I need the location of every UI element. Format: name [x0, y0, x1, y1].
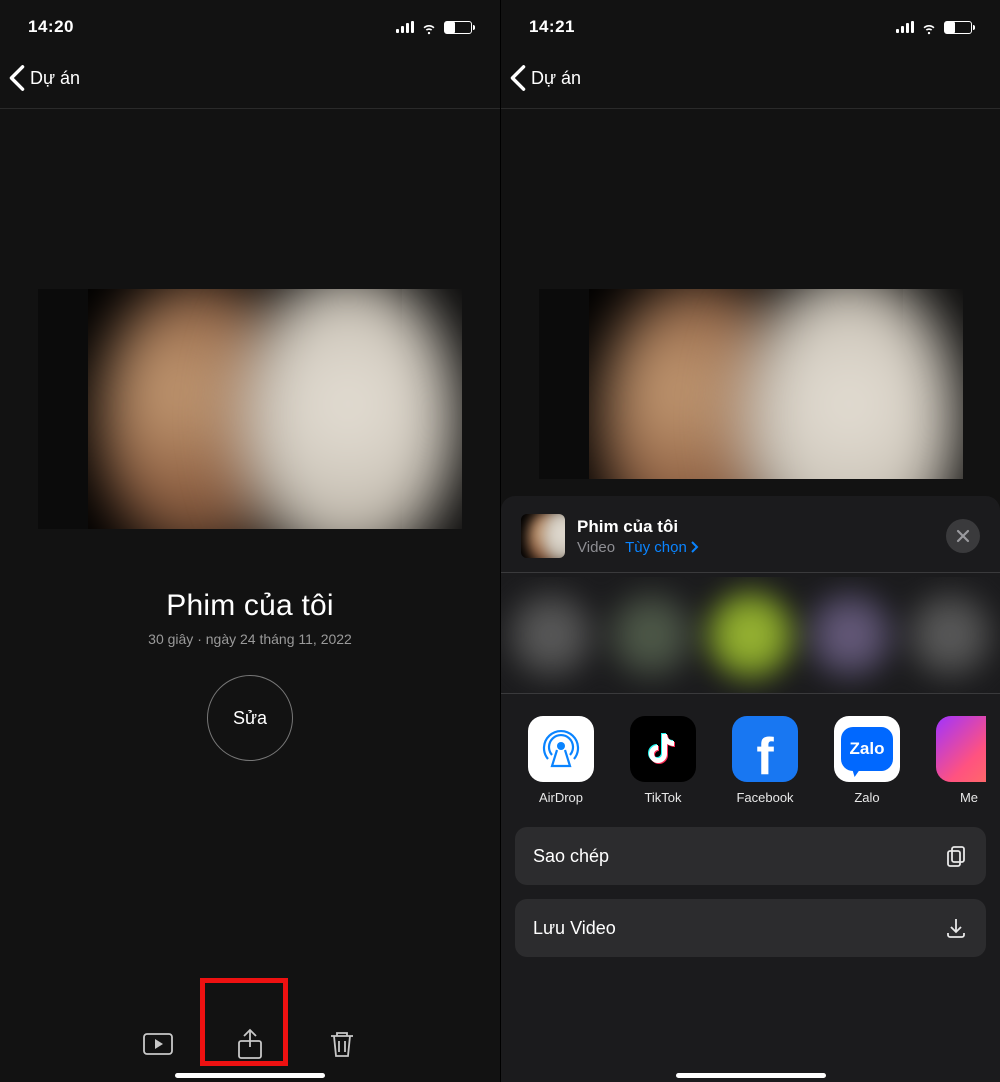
video-preview[interactable] [539, 289, 963, 479]
action-copy[interactable]: Sao chép [515, 827, 986, 885]
close-icon [956, 529, 970, 543]
wifi-icon [920, 18, 938, 36]
battery-icon [944, 21, 972, 34]
share-title: Phim của tôi [577, 517, 699, 537]
share-app-airdrop[interactable]: AirDrop [523, 716, 599, 805]
back-nav[interactable]: Dự án [501, 54, 1000, 108]
back-label: Dự án [531, 68, 581, 89]
chevron-left-icon [8, 64, 26, 92]
back-nav[interactable]: Dự án [0, 54, 500, 108]
facebook-icon: f [732, 716, 798, 782]
cellular-signal-icon [896, 21, 914, 33]
play-button[interactable] [138, 1024, 178, 1064]
download-icon [944, 916, 968, 940]
edit-button[interactable]: Sửa [207, 675, 293, 761]
share-kind: Video [577, 539, 615, 556]
share-app-facebook[interactable]: f Facebook [727, 716, 803, 805]
status-indicators [396, 18, 472, 36]
share-sheet-header: Phim của tôi Video Tùy chọn [515, 512, 986, 572]
messenger-icon [936, 716, 986, 782]
tiktok-icon [630, 716, 696, 782]
status-indicators [896, 18, 972, 36]
share-thumbnail [521, 514, 565, 558]
share-contacts-row[interactable] [501, 577, 1000, 693]
status-bar: 14:21 [501, 0, 1000, 54]
share-app-messenger[interactable]: Me [931, 716, 986, 805]
share-options-button[interactable]: Tùy chọn [625, 539, 699, 556]
action-save-video[interactable]: Lưu Video [515, 899, 986, 957]
battery-icon [444, 21, 472, 34]
copy-icon [944, 844, 968, 868]
share-apps-row: AirDrop TikTok f Facebook Zalo Zalo [515, 694, 986, 815]
video-preview[interactable] [38, 289, 462, 529]
back-label: Dự án [30, 68, 80, 89]
bottom-toolbar [0, 1024, 500, 1064]
status-time: 14:21 [529, 17, 575, 37]
project-meta: 30 giây · ngày 24 tháng 11, 2022 [0, 631, 500, 647]
home-indicator[interactable] [175, 1073, 325, 1078]
share-sheet: Phim của tôi Video Tùy chọn [501, 496, 1000, 1082]
home-indicator[interactable] [676, 1073, 826, 1078]
zalo-icon: Zalo [834, 716, 900, 782]
delete-button[interactable] [322, 1024, 362, 1064]
status-bar: 14:20 [0, 0, 500, 54]
share-app-tiktok[interactable]: TikTok [625, 716, 701, 805]
cellular-signal-icon [396, 21, 414, 33]
project-title: Phim của tôi [0, 589, 500, 623]
airdrop-icon [528, 716, 594, 782]
close-button[interactable] [946, 519, 980, 553]
status-time: 14:20 [28, 17, 74, 37]
chevron-left-icon [509, 64, 527, 92]
phone-screen-right: 14:21 Dự án Phim của tôi [500, 0, 1000, 1082]
wifi-icon [420, 18, 438, 36]
share-button[interactable] [230, 1024, 270, 1064]
phone-screen-left: 14:20 Dự án Phim của tôi 30 giây · ngày … [0, 0, 500, 1082]
chevron-right-icon [691, 541, 699, 553]
share-app-zalo[interactable]: Zalo Zalo [829, 716, 905, 805]
